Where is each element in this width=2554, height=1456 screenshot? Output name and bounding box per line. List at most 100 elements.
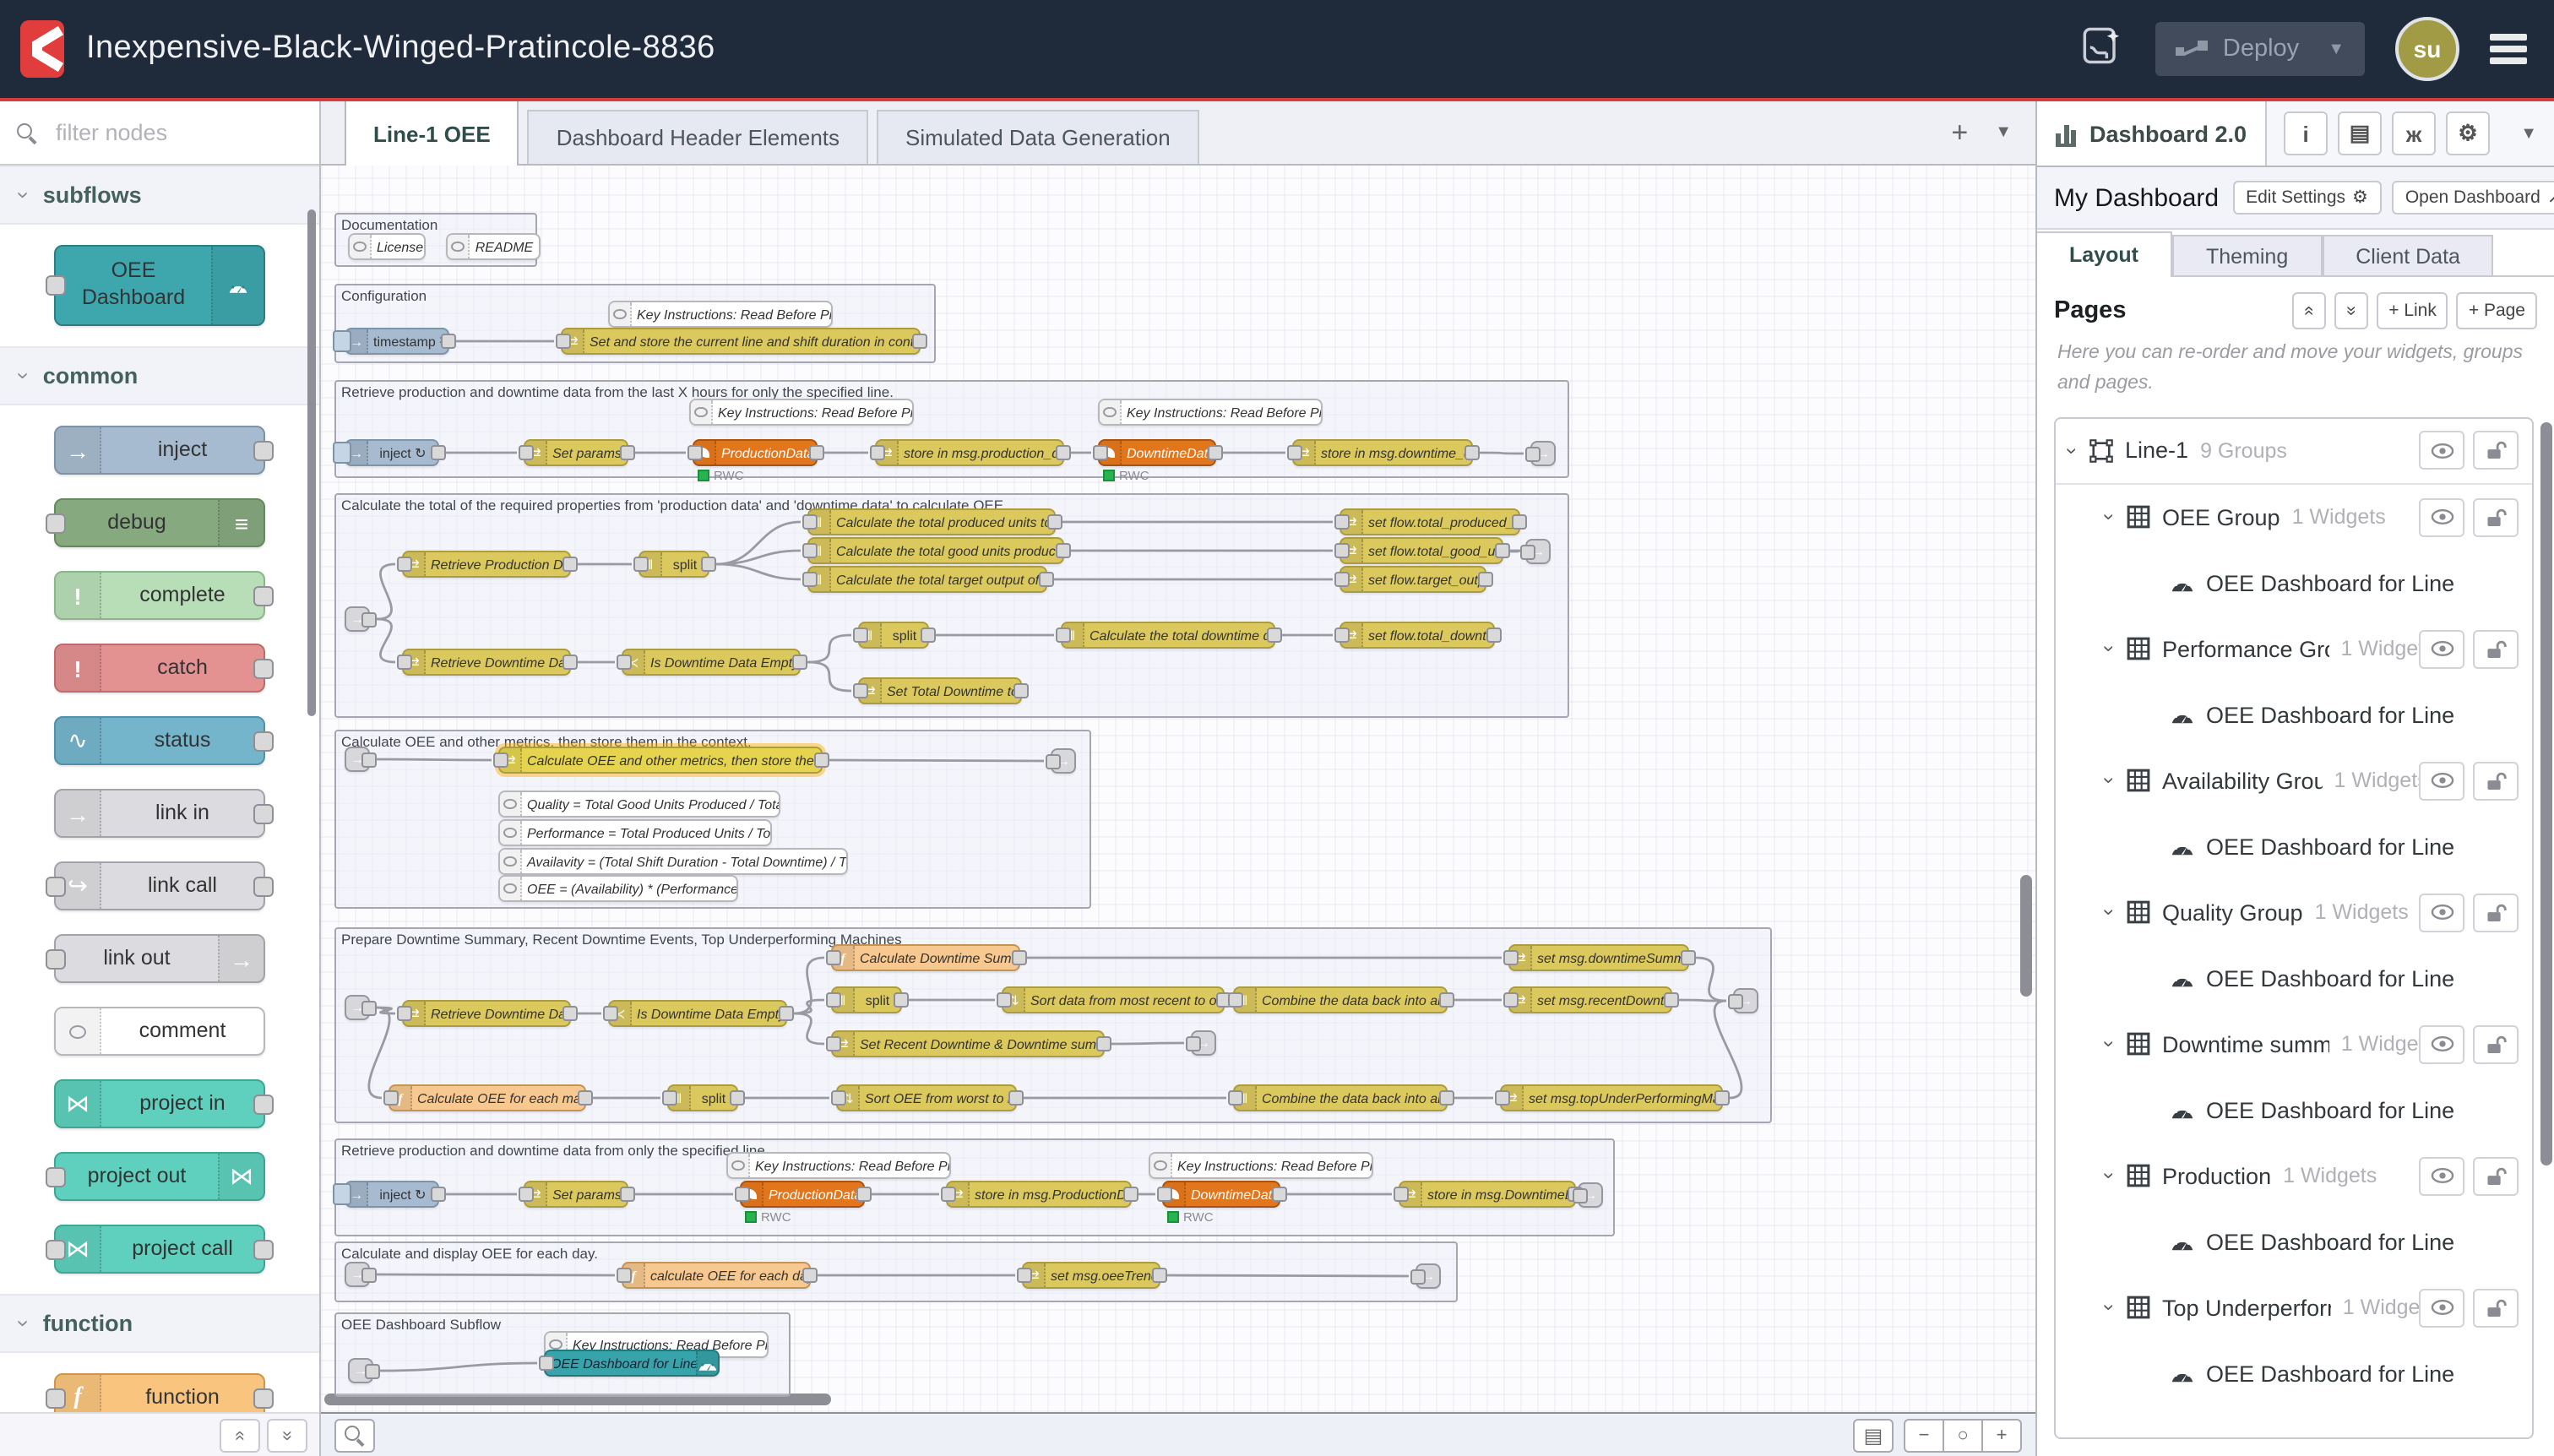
- chevron-down-icon[interactable]: ›: [2098, 513, 2122, 520]
- flow-node-license[interactable]: License: [348, 233, 426, 260]
- dashboard-tree-row-oee-group[interactable]: ›OEE Group1 Widgets: [2056, 484, 2532, 550]
- node-port-in[interactable]: [869, 445, 884, 460]
- flow-node-set-msg-downtimesummery[interactable]: ⇄set msg.downtimeSummery: [1508, 944, 1689, 971]
- expand-all-button[interactable]: »: [2335, 292, 2369, 329]
- flow-node-sort-data-from-most-recent-to-oldest[interactable]: ⇅Sort data from most recent to oldest: [1002, 986, 1225, 1013]
- palette-section-header-subflows[interactable]: ›subflows: [0, 166, 319, 225]
- node-port-in[interactable]: [538, 1355, 553, 1371]
- lock-toggle-button[interactable]: [2473, 431, 2519, 470]
- flow-node-link-in[interactable]: →: [345, 1262, 370, 1287]
- node-port-out[interactable]: [1046, 514, 1062, 530]
- node-port-in[interactable]: [1503, 950, 1518, 965]
- flow-node-split[interactable]: ‖split: [667, 1084, 738, 1111]
- flow-group-calculate-and-display-oee-for-each-day[interactable]: Calculate and display OEE for each day.: [334, 1241, 1458, 1302]
- node-port-in[interactable]: [687, 445, 702, 460]
- flow-node-set-recent-downtime-downtime-summery-to[interactable]: ⇄Set Recent Downtime & Downtime summery …: [831, 1030, 1105, 1057]
- flow-node-inject[interactable]: →inject ↻: [345, 439, 439, 466]
- node-port-out[interactable]: [619, 445, 634, 460]
- node-port-in[interactable]: [1519, 544, 1535, 559]
- flow-node-link-in[interactable]: →: [345, 747, 370, 772]
- node-port-in[interactable]: [46, 1239, 66, 1259]
- node-port-in[interactable]: [802, 514, 817, 530]
- visibility-toggle-button[interactable]: [2419, 1156, 2464, 1195]
- node-port-out[interactable]: [361, 1000, 376, 1015]
- node-port-out[interactable]: [1511, 514, 1526, 530]
- flow-node-inject[interactable]: →inject ↻: [345, 1181, 439, 1208]
- flow-node-performance-total-produced-units-total-t[interactable]: Performance = Total Produced Units / Tot…: [498, 819, 772, 846]
- flow-node-productiondata[interactable]: ProductionDataRWC: [693, 439, 818, 466]
- node-port-in[interactable]: [46, 513, 66, 533]
- node-port-out[interactable]: [253, 1239, 274, 1259]
- palette-search[interactable]: [0, 101, 319, 166]
- node-port-in[interactable]: [46, 275, 66, 296]
- flow-node-set-params[interactable]: ⇄Set params: [524, 439, 628, 466]
- dashboard-tree-row-oee-dashboard-for-line-1[interactable]: OEE Dashboard for Line 1: [2056, 550, 2532, 616]
- flow-node-oee-dashboard-for-line-1[interactable]: OEE Dashboard for Line 1: [544, 1350, 720, 1377]
- inject-button[interactable]: [332, 330, 350, 352]
- node-port-in[interactable]: [616, 655, 631, 670]
- flow-node-link-out[interactable]: →: [1416, 1263, 1441, 1289]
- flow-node-set-total-downtime-to-0[interactable]: ⇄Set Total Downtime to 0: [858, 677, 1022, 704]
- flow-node-downtimedata[interactable]: DowntimeDataRWC: [1162, 1181, 1280, 1208]
- node-port-in[interactable]: [1334, 627, 1349, 643]
- lock-toggle-button[interactable]: [2473, 761, 2519, 800]
- palette-section-header-function[interactable]: ›function: [0, 1294, 319, 1353]
- flow-node-oee-availability-performance-quality[interactable]: OEE = (Availability) * (Performance) * (…: [498, 875, 738, 902]
- node-port-out[interactable]: [700, 557, 715, 572]
- flow-node-link-out[interactable]: →: [1530, 441, 1556, 466]
- node-port-out[interactable]: [1680, 950, 1695, 965]
- gear-button[interactable]: ⚙: [2446, 111, 2490, 155]
- node-port-out[interactable]: [577, 1090, 592, 1106]
- node-port-in[interactable]: [1727, 993, 1742, 1008]
- node-port-in[interactable]: [1334, 572, 1349, 587]
- dashboard-tree-row-oee-dashboard-for-line-1[interactable]: OEE Dashboard for Line 1: [2056, 1209, 2532, 1274]
- node-port-in[interactable]: [518, 1187, 533, 1202]
- node-port-out[interactable]: [911, 334, 927, 349]
- flow-node-set-msg-recentdowntime[interactable]: ⇄set msg.recentDowntime: [1508, 986, 1672, 1013]
- node-port-in[interactable]: [46, 948, 66, 969]
- palette-scrollbar[interactable]: [307, 209, 316, 716]
- flow-node-link-out[interactable]: →: [1191, 1030, 1216, 1056]
- node-port-out[interactable]: [440, 334, 455, 349]
- inject-button[interactable]: [332, 442, 350, 464]
- node-port-in[interactable]: [1156, 1187, 1171, 1202]
- node-port-in[interactable]: [555, 334, 570, 349]
- node-port-in[interactable]: [1334, 543, 1349, 558]
- flow-node-productiondata[interactable]: ProductionDataRWC: [740, 1181, 865, 1208]
- flow-node-set-flow-total-produced-units[interactable]: ⇄set flow.total_produced_units: [1339, 508, 1520, 535]
- palette-node-status[interactable]: ∿status: [54, 716, 265, 765]
- lock-toggle-button[interactable]: [2473, 1288, 2519, 1327]
- flow-node-calculate-the-total-downtime-duration[interactable]: ‖Calculate the total downtime duration: [1061, 622, 1275, 649]
- flow-node-combine-the-data-back-into-an-array[interactable]: ‖Combine the data back into an array.: [1233, 1084, 1448, 1111]
- node-port-in[interactable]: [802, 543, 817, 558]
- node-port-in[interactable]: [1227, 1090, 1242, 1106]
- tab-client-data[interactable]: Client Data: [2322, 235, 2494, 275]
- flow-node-calculate-the-total-produced-units-today[interactable]: ‖Calculate the total produced units toda…: [807, 508, 1056, 535]
- flow-node-set-flow-target-output[interactable]: ⇄set flow.target_output: [1339, 566, 1486, 593]
- flow-node-store-in-msg-downtime-data[interactable]: ⇄store in msg.downtime_data: [1292, 439, 1473, 466]
- visibility-toggle-button[interactable]: [2419, 1288, 2464, 1327]
- zoom-out-button[interactable]: −: [1904, 1418, 1944, 1452]
- node-port-out[interactable]: [1486, 627, 1501, 643]
- node-port-in[interactable]: [1045, 753, 1060, 769]
- visibility-toggle-button[interactable]: [2419, 761, 2464, 800]
- flow-node-store-in-msg-productiondata[interactable]: ⇄store in msg.ProductionData: [946, 1181, 1132, 1208]
- flow-node-availavity-total-shift-duration-total-do[interactable]: Availavity = (Total Shift Duration - Tot…: [498, 848, 848, 875]
- dashboard-tree-row-performance-group[interactable]: ›Performance Group1 Widgets: [2056, 616, 2532, 682]
- node-port-out[interactable]: [1714, 1090, 1729, 1106]
- palette-node-complete[interactable]: !complete: [54, 571, 265, 620]
- flow-node-retrieve-production-data[interactable]: ⇄Retrieve Production Data: [402, 551, 571, 578]
- node-port-out[interactable]: [1663, 992, 1678, 1008]
- tab-simulated-data-generation[interactable]: Simulated Data Generation: [877, 110, 1199, 164]
- flow-node-link-in[interactable]: →: [345, 995, 370, 1020]
- flow-assistant-icon[interactable]: [2081, 23, 2125, 75]
- node-port-in[interactable]: [1227, 992, 1242, 1008]
- tab-line-1-oee[interactable]: Line-1 OEE: [345, 100, 519, 166]
- flow-node-link-out[interactable]: →: [1525, 539, 1551, 564]
- flow-node-retrieve-downtime-data[interactable]: ⇄Retrieve Downtime Data: [402, 1000, 571, 1027]
- dashboard-tree-row-quality-group[interactable]: ›Quality Group1 Widgets: [2056, 879, 2532, 945]
- flow-node-set-params[interactable]: ⇄Set params: [524, 1181, 628, 1208]
- node-port-out[interactable]: [1438, 1090, 1454, 1106]
- palette-node-project-call[interactable]: ⋈project call: [54, 1225, 265, 1274]
- bug-button[interactable]: ж: [2392, 111, 2436, 155]
